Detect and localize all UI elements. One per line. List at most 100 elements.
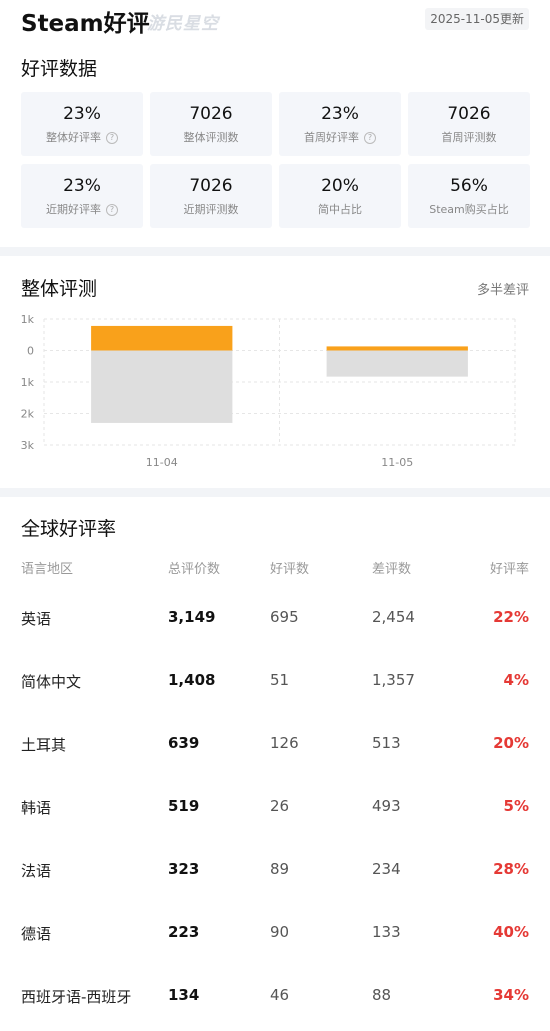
total-cell: 639	[168, 734, 200, 752]
negative-cell: 493	[372, 797, 401, 815]
stat-label-text: 首周好评率	[304, 131, 359, 144]
header-total: 总评价数	[168, 562, 221, 577]
header-negative: 差评数	[372, 562, 412, 577]
stat-card: 7026 近期评测数	[150, 164, 272, 228]
negative-cell: 133	[372, 923, 401, 941]
chart-section-title: 整体评测	[21, 278, 98, 300]
stats-grid: 23% 整体好评率? 7026 整体评测数 23% 首周好评率? 7026 首周评测数 23% 近…	[21, 92, 530, 228]
x-tick-label: 11-05	[381, 456, 413, 469]
y-tick-label: 1k	[21, 313, 35, 326]
header: Steam好评 游民星空 2025-11-05更新	[0, 0, 550, 40]
stat-label: 简中占比	[279, 201, 401, 217]
stat-label-text: Steam购买占比	[429, 203, 509, 216]
total-cell: 223	[168, 923, 200, 941]
total-cell: 519	[168, 797, 200, 815]
y-tick-label: 3k	[21, 439, 35, 452]
stat-label-text: 整体评测数	[183, 131, 239, 144]
rate-cell: 4%	[503, 671, 529, 689]
header-lang: 语言地区	[21, 562, 74, 577]
stat-label: 首周好评率?	[279, 129, 401, 145]
rate-cell: 22%	[493, 608, 529, 626]
stat-label-text: 首周评测数	[441, 131, 497, 144]
stat-label: 整体好评率?	[21, 129, 143, 145]
stat-label: 整体评测数	[150, 129, 272, 145]
stat-label: 近期好评率?	[21, 201, 143, 217]
table-row: 德语 223 90 133 40%	[0, 923, 550, 953]
lang-cell: 英语	[21, 610, 52, 628]
stat-label: 近期评测数	[150, 201, 272, 217]
help-icon[interactable]: ?	[106, 132, 118, 144]
stat-value: 23%	[63, 104, 101, 124]
y-tick-label: 0	[27, 345, 34, 358]
y-tick-label: 2k	[21, 408, 35, 421]
stat-card: 7026 首周评测数	[408, 92, 530, 156]
review-verdict: 多半差评	[476, 283, 529, 298]
stat-card: 20% 简中占比	[279, 164, 401, 228]
negative-cell: 2,454	[372, 608, 415, 626]
rate-cell: 28%	[493, 860, 529, 878]
negative-cell: 513	[372, 734, 401, 752]
stat-label: 首周评测数	[408, 129, 530, 145]
lang-cell: 德语	[21, 925, 52, 943]
positive-cell: 695	[270, 608, 299, 626]
stat-label-text: 简中占比	[318, 203, 362, 216]
stat-value: 56%	[450, 176, 488, 196]
chart-bar	[91, 325, 233, 351]
stat-value: 23%	[63, 176, 101, 196]
table-row: 法语 323 89 234 28%	[0, 860, 550, 890]
lang-cell: 法语	[21, 862, 52, 880]
lang-cell: 简体中文	[21, 673, 82, 691]
positive-cell: 51	[270, 671, 290, 689]
chart-bar	[91, 350, 233, 423]
total-cell: 134	[168, 986, 200, 1004]
total-cell: 3,149	[168, 608, 216, 626]
stat-value: 7026	[447, 104, 491, 124]
stat-value: 23%	[321, 104, 359, 124]
rate-cell: 34%	[493, 986, 529, 1004]
positive-cell: 26	[270, 797, 290, 815]
stat-card: 56% Steam购买占比	[408, 164, 530, 228]
table-row: 土耳其 639 126 513 20%	[0, 734, 550, 764]
help-icon[interactable]: ?	[364, 132, 376, 144]
stat-label-text: 近期评测数	[183, 203, 239, 216]
stat-label-text: 整体好评率	[46, 131, 101, 144]
chart-bar	[326, 350, 468, 377]
positive-cell: 46	[270, 986, 290, 1004]
stat-value: 7026	[189, 104, 233, 124]
table-row: 简体中文 1,408 51 1,357 4%	[0, 671, 550, 701]
stat-card: 23% 近期好评率?	[21, 164, 143, 228]
stat-card: 23% 整体好评率?	[21, 92, 143, 156]
rate-cell: 5%	[503, 797, 529, 815]
rate-cell: 20%	[493, 734, 529, 752]
negative-cell: 88	[372, 986, 392, 1004]
header-rate: 好评率	[489, 562, 529, 577]
brand-logo: 游民星空	[147, 14, 219, 34]
stat-label: Steam购买占比	[408, 201, 530, 217]
negative-cell: 234	[372, 860, 401, 878]
lang-cell: 土耳其	[21, 736, 67, 754]
positive-cell: 126	[270, 734, 299, 752]
update-date-badge: 2025-11-05更新	[425, 8, 529, 30]
stat-label-text: 近期好评率	[46, 203, 101, 216]
help-icon[interactable]: ?	[106, 204, 118, 216]
y-tick-label: 1k	[21, 376, 35, 389]
section-divider	[0, 488, 550, 497]
global-section-title: 全球好评率	[21, 518, 117, 540]
stat-value: 7026	[189, 176, 233, 196]
stat-card: 7026 整体评测数	[150, 92, 272, 156]
positive-cell: 90	[270, 923, 290, 941]
negative-cell: 1,357	[372, 671, 415, 689]
lang-cell: 韩语	[21, 799, 52, 817]
table-row: 韩语 519 26 493 5%	[0, 797, 550, 827]
chart-bar	[326, 346, 468, 351]
header-positive: 好评数	[270, 562, 310, 577]
table-row: 西班牙语-西班牙 134 46 88 34%	[0, 986, 550, 1016]
app-title: Steam好评	[21, 11, 150, 37]
x-tick-label: 11-04	[146, 456, 178, 469]
positive-cell: 89	[270, 860, 290, 878]
stats-section-title: 好评数据	[21, 58, 98, 80]
section-divider	[0, 247, 550, 256]
total-cell: 323	[168, 860, 200, 878]
rate-cell: 40%	[493, 923, 529, 941]
stat-card: 23% 首周好评率?	[279, 92, 401, 156]
